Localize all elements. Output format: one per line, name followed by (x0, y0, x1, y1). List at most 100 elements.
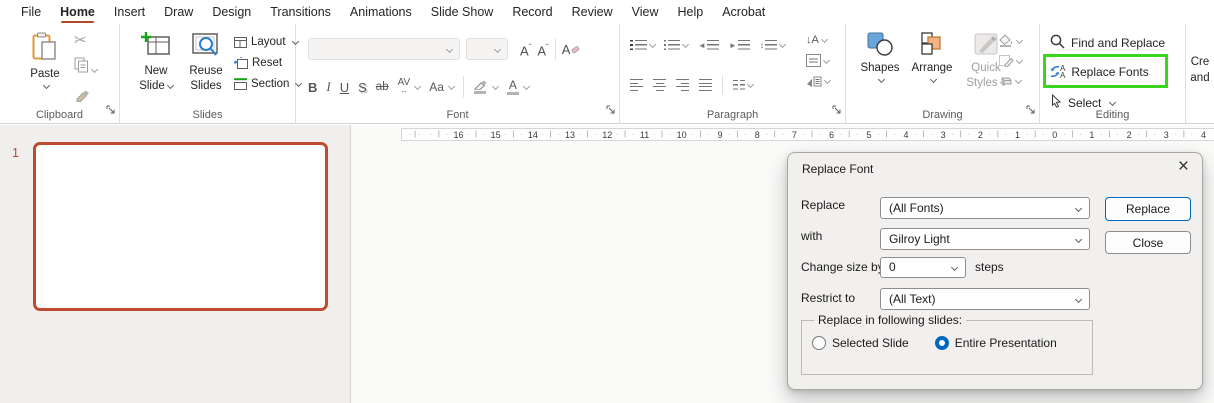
increase-font-size-button[interactable]: Aˆ (520, 40, 531, 58)
find-and-replace-label: Find and Replace (1071, 36, 1165, 50)
menu-tab[interactable]: Design (212, 5, 251, 19)
shape-outline-button[interactable] (998, 54, 1022, 67)
decrease-font-size-button[interactable]: Aˇ (537, 40, 548, 58)
replace-fonts-button[interactable]: AA Replace Fonts (1050, 64, 1149, 79)
ribbon-group-slides: New Slide Reuse Slides Lay (120, 24, 296, 123)
radio-entire-presentation-icon[interactable] (935, 336, 949, 350)
menu-tab[interactable]: File (21, 5, 41, 19)
line-spacing-button[interactable]: ↕ (759, 40, 785, 50)
ruler-number: 15 (465, 130, 502, 140)
menu-tab[interactable]: Acrobat (722, 5, 765, 19)
paragraph-dialog-launcher[interactable] (832, 101, 841, 119)
strikethrough-button[interactable]: ab (376, 81, 389, 93)
ruler-number: 6 (800, 130, 837, 140)
slide-thumbnail-panel: 1 (0, 125, 350, 403)
slide-thumbnail[interactable] (33, 142, 328, 311)
menu-tab[interactable]: Animations (350, 5, 412, 19)
restrict-combo[interactable]: (All Text) (880, 288, 1090, 310)
reuse-slides-button[interactable]: Reuse Slides (182, 32, 230, 93)
font-size-combo[interactable] (466, 38, 508, 60)
align-right-button[interactable] (676, 79, 689, 92)
italic-button[interactable]: I (326, 79, 330, 95)
acrobat-cut-label-2: and (1186, 70, 1214, 86)
replace-font-combo[interactable]: (All Fonts) (880, 197, 1090, 219)
arrange-button[interactable]: Arrange (908, 32, 956, 83)
reset-button[interactable]: Reset (234, 57, 301, 69)
replace-label: Replace (801, 198, 845, 212)
reset-label: Reset (252, 57, 282, 69)
radio-entire-presentation[interactable]: Entire Presentation (935, 336, 1057, 350)
find-and-replace-button[interactable]: Find and Replace (1050, 34, 1165, 52)
copy-button[interactable] (74, 57, 97, 78)
section-button[interactable]: Section (234, 78, 301, 90)
change-case-button[interactable]: Aa (429, 80, 444, 94)
menu-tab[interactable]: Slide Show (431, 5, 494, 19)
menu-tab[interactable]: Transitions (270, 5, 331, 19)
shape-fill-button[interactable] (998, 34, 1022, 47)
underline-button[interactable]: U (340, 80, 349, 95)
clear-formatting-button[interactable]: A (562, 42, 581, 57)
slide-number: 1 (12, 146, 19, 160)
align-left-button[interactable] (630, 79, 643, 92)
ruler-ticks: · | · (402, 131, 428, 138)
cut-button[interactable]: ✂ (74, 34, 87, 48)
close-button[interactable]: Close (1105, 231, 1191, 254)
text-direction-button[interactable]: ↓A (806, 34, 830, 46)
highlight-button[interactable] (473, 80, 488, 94)
shapes-button[interactable]: Shapes (856, 32, 904, 83)
bullets-button[interactable] (630, 40, 655, 50)
restrict-label: Restrict to (801, 291, 855, 305)
font-name-combo[interactable] (308, 38, 460, 60)
new-slide-button[interactable]: New Slide (132, 32, 180, 93)
ruler-number: 3 (1135, 130, 1172, 140)
menu-tab[interactable]: Home (60, 5, 95, 19)
character-spacing-button[interactable]: AV↔ (398, 79, 411, 95)
reuse-slides-icon (191, 32, 221, 63)
menu-tab[interactable]: Review (572, 5, 613, 19)
increase-indent-button[interactable]: ► (728, 40, 750, 50)
menu-tab[interactable]: Help (677, 5, 703, 19)
arrange-chevron-icon (930, 76, 937, 83)
copy-chevron-icon (91, 66, 98, 73)
bold-button[interactable]: B (308, 80, 317, 95)
text-shadow-button[interactable]: S (358, 80, 367, 95)
menu-tab[interactable]: Draw (164, 5, 193, 19)
format-painter-button[interactable] (74, 87, 90, 107)
shape-effects-button[interactable] (998, 74, 1022, 87)
ruler-number: 4 (874, 130, 911, 140)
font-color-button[interactable]: A (507, 80, 519, 95)
numbering-button[interactable] (664, 40, 689, 50)
new-slide-icon (141, 32, 171, 63)
drawing-dialog-launcher[interactable] (1026, 101, 1035, 119)
radio-selected-slide[interactable]: Selected Slide (812, 336, 909, 350)
justify-button[interactable] (699, 79, 712, 92)
highlight-chevron-icon (492, 83, 499, 90)
acrobat-cut-label-1[interactable]: Cre (1186, 54, 1214, 70)
ruler-number: 1 (986, 130, 1023, 140)
paste-button[interactable]: Paste (22, 32, 68, 89)
menu-tab[interactable]: Insert (114, 5, 145, 19)
change-size-combo[interactable]: 0 (880, 257, 966, 278)
ruler-number: 4 (1172, 130, 1209, 140)
ribbon-group-acrobat-cut: Cre and (1186, 24, 1214, 123)
powerpoint-window: File Home Insert Draw Design Transitions Anima… (0, 0, 1214, 403)
menu-tab[interactable]: View (632, 5, 659, 19)
with-font-combo[interactable]: Gilroy Light (880, 228, 1090, 250)
decrease-indent-button[interactable]: ◄ (697, 40, 719, 50)
radio-selected-slide-icon[interactable] (812, 336, 826, 350)
align-text-button[interactable] (806, 54, 830, 67)
replace-button[interactable]: Replace (1105, 197, 1191, 221)
clipboard-dialog-launcher[interactable] (106, 101, 115, 119)
font-dialog-launcher[interactable] (606, 101, 615, 119)
align-center-button[interactable] (653, 79, 666, 92)
paste-clipboard-icon (32, 32, 58, 66)
ruler-number: 7 (763, 130, 800, 140)
dialog-close-icon[interactable]: × (1178, 156, 1189, 178)
layout-button[interactable]: Layout (234, 36, 301, 48)
quick-styles-icon (973, 32, 999, 60)
ruler-number: 14 (502, 130, 539, 140)
smartart-button[interactable] (806, 75, 830, 87)
menu-tab[interactable]: Record (512, 5, 552, 19)
columns-button[interactable] (733, 80, 753, 90)
layout-label: Layout (251, 36, 286, 48)
